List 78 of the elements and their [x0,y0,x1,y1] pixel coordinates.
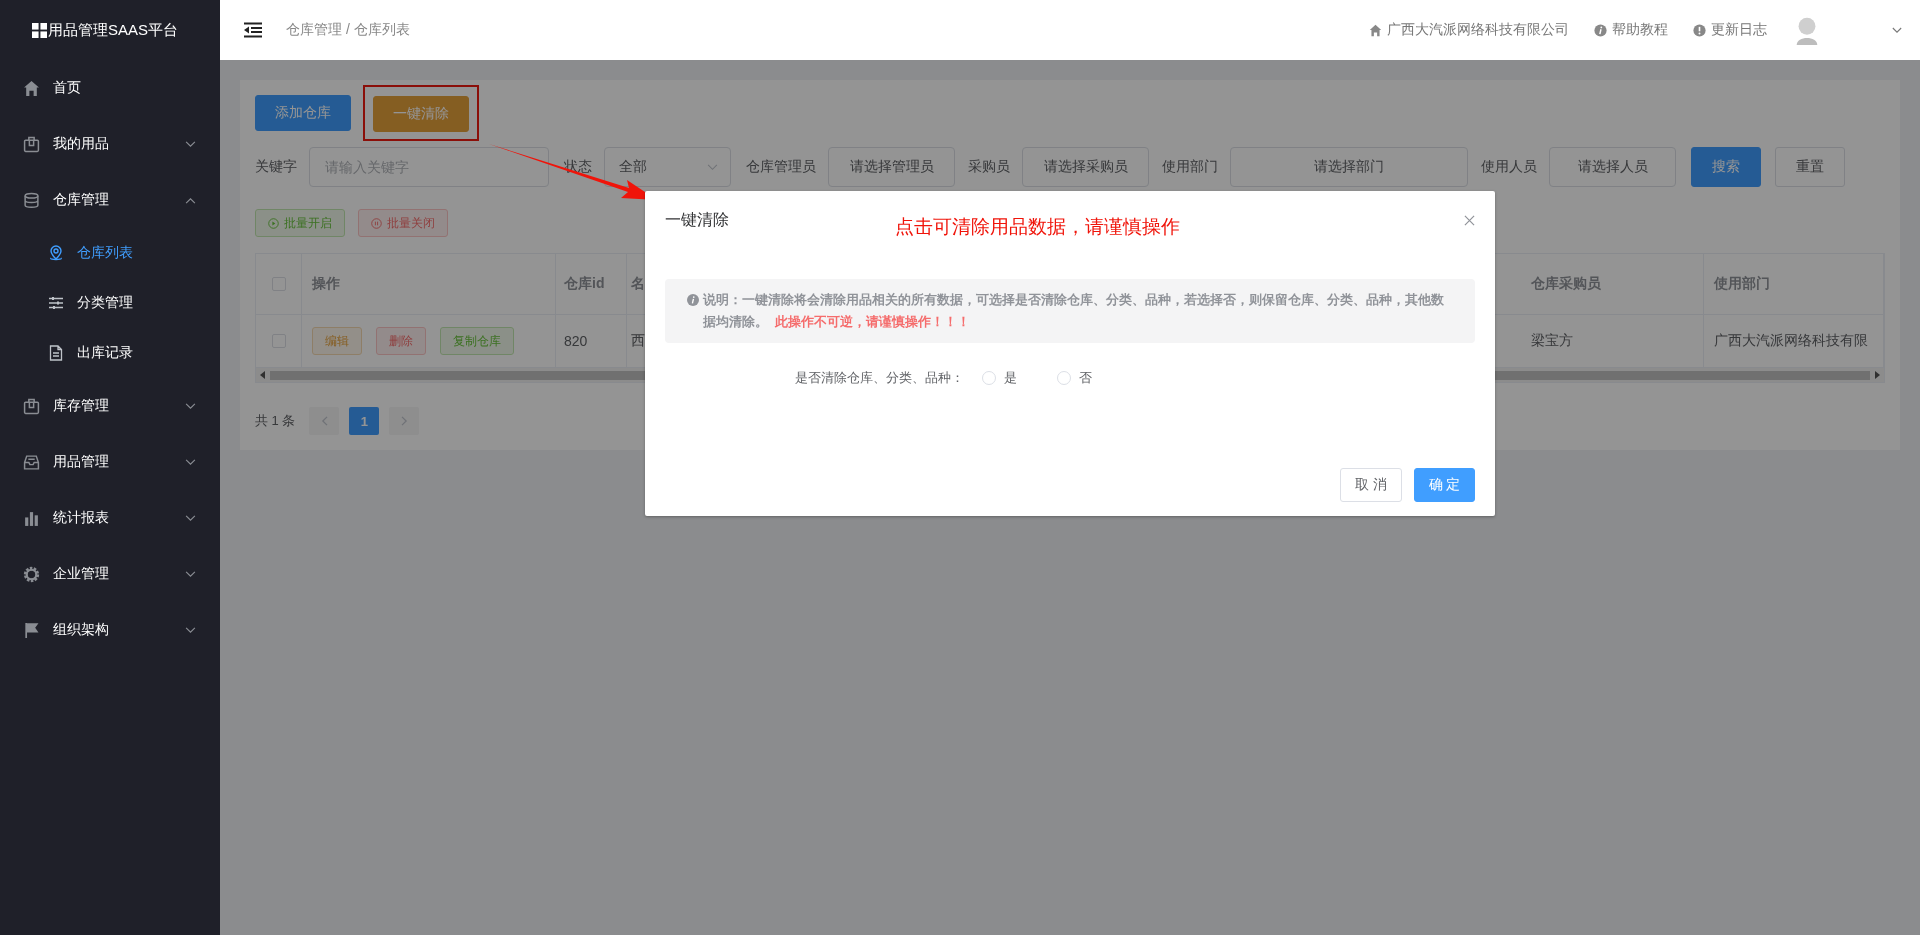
question-label: 是否清除仓库、分类、品种： [795,369,964,387]
header-link[interactable]: 更新日志 [1693,21,1767,39]
filter-label: 采购员 [968,158,1010,176]
caret-icon[interactable] [1892,26,1902,34]
filter-label: 使用人员 [1481,158,1537,176]
inbox-icon [23,453,40,471]
sidebar-subitem[interactable]: 仓库列表 [0,228,220,278]
annotation-text: 点击可清除用品数据，请谨慎操作 [895,215,1180,239]
picker-button[interactable]: 请选择人员 [1549,147,1676,187]
picker-button[interactable]: 请选择管理员 [828,147,955,187]
info-icon [1594,23,1607,37]
radio-option[interactable]: 是 [982,369,1017,387]
picker-button[interactable]: 请选择采购员 [1022,147,1149,187]
dialog-button[interactable]: 确 定 [1414,468,1475,502]
chevron-down-icon [185,140,196,148]
dialog-title: 一键清除 [665,210,730,230]
bar-chart-icon [23,509,40,527]
home-icon [1369,23,1382,37]
chevron-down-icon [185,402,196,410]
location-pin-icon [48,245,64,261]
column-header: 名 [631,275,645,293]
chevron-up-icon [185,196,196,204]
flag-icon [23,621,40,639]
chevron-left-icon [320,416,328,426]
table-cell: 梁宝方 [1531,332,1573,350]
table-cell: 西 [631,332,645,350]
sidebar-item[interactable]: 我的用品 [0,116,220,172]
sidebar-item[interactable]: 库存管理 [0,378,220,434]
info-text: 说明：一键清除将会清除用品相关的所有数据，可选择是否清除仓库、分类、品种，若选择否，则保留仓库、分类、品种，其他数据均清除。 此操作不可逆，请谨慎操作！！！ [703,292,1445,331]
column-header: 仓库采购员 [1531,275,1601,293]
pause-circle-icon [371,217,382,229]
info-icon [687,294,699,306]
scroll-right-icon[interactable] [1874,371,1880,379]
filter-label: 关键字 [255,158,297,176]
close-icon[interactable] [1464,215,1475,226]
play-circle-icon [268,217,279,229]
sidebar-subitem[interactable]: 分类管理 [0,278,220,328]
sidebar-item[interactable]: 企业管理 [0,546,220,602]
sidebar-item[interactable]: 首页 [0,60,220,116]
chevron-down-icon [185,514,196,522]
sidebar-item[interactable]: 仓库管理 [0,172,220,228]
filter-label: 使用部门 [1162,158,1218,176]
column-header: 仓库id [564,275,605,293]
home-icon [23,79,40,97]
header-link[interactable]: 广西大汽派网络科技有限公司 [1369,21,1569,39]
sidebar-item[interactable]: 统计报表 [0,490,220,546]
pagination-total: 共 1 条 [255,412,296,430]
settings-icon [23,565,40,583]
chevron-down-icon [185,570,196,578]
chevron-down-icon [185,626,196,634]
document-icon [48,345,64,361]
toolbar-button[interactable]: 添加仓库 [255,95,351,131]
grid-logo-icon [32,22,47,38]
filter-label: 仓库管理员 [746,158,816,176]
dialog-button[interactable]: 取 消 [1340,468,1402,502]
sliders-icon [48,295,64,311]
header-link[interactable]: 帮助教程 [1594,21,1668,39]
column-header: 使用部门 [1714,275,1770,293]
sidebar-item[interactable]: 组织架构 [0,602,220,658]
column-header: 操作 [312,275,340,293]
radio-option[interactable]: 否 [1057,369,1092,387]
menu-fold-icon[interactable] [243,22,263,38]
box-icon [23,135,40,153]
alert-icon [1693,23,1706,37]
table-cell: 广西大汽派网络科技有限 [1714,332,1868,350]
sidebar-subitem[interactable]: 出库记录 [0,328,220,378]
table-cell: 820 [564,333,588,349]
chevron-right-icon [400,416,408,426]
box-icon [23,397,40,415]
picker-button[interactable]: 请选择部门 [1230,147,1468,187]
scroll-left-icon[interactable] [260,371,266,379]
brand-title: 用品管理SAAS平台 [48,20,178,40]
chevron-down-icon [185,458,196,466]
database-icon [23,191,40,209]
filter-button[interactable]: 重置 [1775,147,1845,187]
chevron-down-icon [707,163,718,171]
breadcrumb: 仓库管理 / 仓库列表 [286,21,410,39]
sidebar-item[interactable]: 用品管理 [0,434,220,490]
